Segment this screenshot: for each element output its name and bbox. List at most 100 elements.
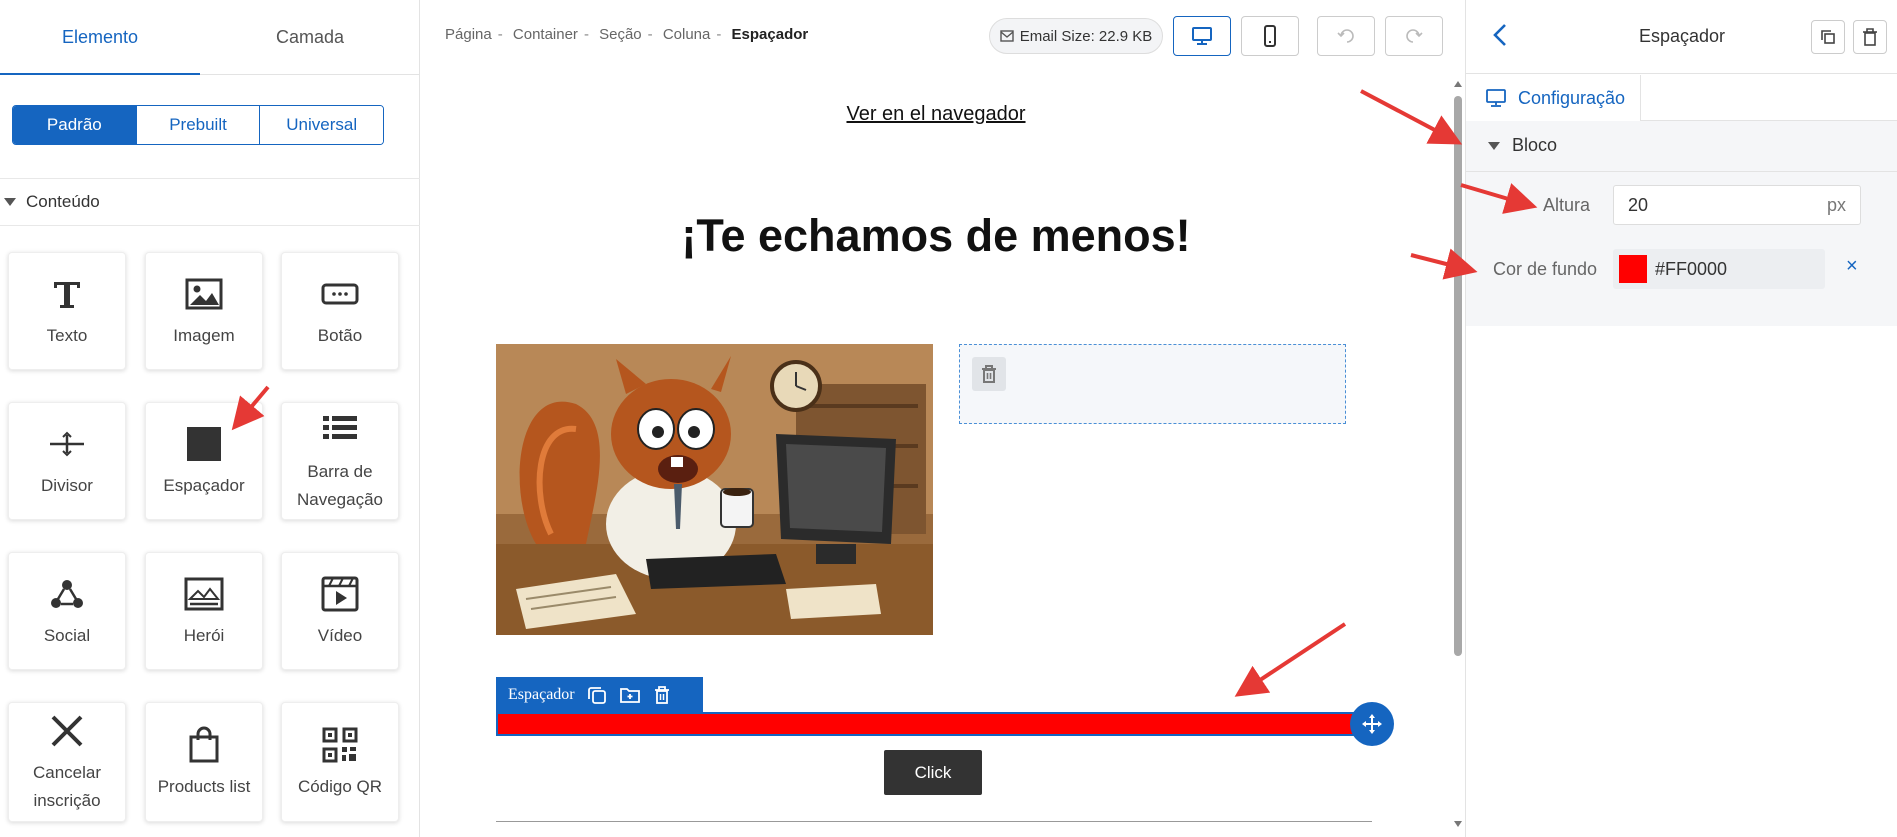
monitor-icon xyxy=(1486,89,1506,107)
collapse-triangle-icon xyxy=(4,198,16,206)
tab-elemento[interactable]: Elemento xyxy=(0,0,200,75)
image-icon xyxy=(185,272,223,316)
tile-social[interactable]: Social xyxy=(8,552,126,670)
shopping-bag-icon xyxy=(187,723,221,767)
tile-label: Texto xyxy=(46,326,88,345)
tab-camada[interactable]: Camada xyxy=(200,0,420,75)
tile-texto[interactable]: Texto xyxy=(8,252,126,370)
bg-color-value: #FF0000 xyxy=(1655,258,1728,279)
squirrel-illustration[interactable] xyxy=(496,344,933,635)
breadcrumb-item[interactable]: Container xyxy=(513,26,578,43)
undo-button[interactable] xyxy=(1317,16,1375,56)
tile-label: Código QR xyxy=(297,777,383,796)
duplicate-block-button[interactable] xyxy=(1811,20,1845,54)
panel-tabs: Elemento Camada xyxy=(0,0,420,75)
tile-products-list[interactable]: Products list xyxy=(145,702,263,822)
editor-canvas: Página - Container - Seção - Coluna - Espaça… xyxy=(421,0,1465,837)
section-title: Conteúdo xyxy=(26,192,100,211)
bloco-section-header[interactable]: Bloco xyxy=(1488,135,1557,156)
spacer-block-toolbar: Espaçador xyxy=(496,677,703,713)
bg-color-picker[interactable]: #FF0000 xyxy=(1613,249,1825,289)
breadcrumb: Página - Container - Seção - Coluna - Espaça… xyxy=(445,26,809,43)
element-source-switch: Padrão Prebuilt Universal xyxy=(12,105,384,145)
clear-color-button[interactable]: × xyxy=(1846,255,1858,278)
move-arrows-icon xyxy=(1360,712,1384,736)
breadcrumb-item[interactable]: Seção xyxy=(599,26,642,43)
redo-icon xyxy=(1405,28,1423,44)
mobile-icon xyxy=(1263,25,1277,47)
redo-button[interactable] xyxy=(1385,16,1443,56)
bg-color-label: Cor de fundo xyxy=(1493,259,1598,279)
text-icon xyxy=(50,272,84,316)
video-icon xyxy=(321,572,359,616)
tile-label: Espaçador xyxy=(163,476,245,495)
tile-video[interactable]: Vídeo xyxy=(281,552,399,670)
tile-barra-navegacao[interactable]: Barra de Navegação xyxy=(281,402,399,520)
tile-label: Vídeo xyxy=(317,626,363,645)
desktop-icon xyxy=(1191,26,1213,46)
tile-label: Social xyxy=(43,626,91,645)
qr-code-icon xyxy=(322,723,358,767)
hero-icon xyxy=(184,572,224,616)
properties-tabs: Configuração xyxy=(1466,75,1897,121)
view-in-browser-link[interactable]: Ver en el navegador xyxy=(421,103,1451,126)
tile-label: Botão xyxy=(317,326,363,345)
block-settings: Bloco Altura 20 px Cor de fundo #FF0000 … xyxy=(1466,121,1897,326)
duplicate-icon[interactable] xyxy=(587,685,607,705)
breadcrumb-item[interactable]: Página xyxy=(445,26,492,43)
email-size-badge: Email Size: 22.9 KB xyxy=(989,18,1163,54)
delete-block-button[interactable] xyxy=(1853,20,1887,54)
tile-label: Cancelar inscrição xyxy=(32,763,102,810)
tile-cancelar-inscricao[interactable]: Cancelar inscrição xyxy=(8,702,126,822)
desktop-view-button[interactable] xyxy=(1173,16,1231,56)
navbar-icon xyxy=(321,408,359,452)
section-divider xyxy=(1466,171,1897,172)
email-headline[interactable]: ¡Te echamos de menos! xyxy=(421,210,1451,262)
breadcrumb-item[interactable]: Coluna xyxy=(663,26,711,43)
canvas-scrollbar[interactable] xyxy=(1451,78,1465,830)
social-icon xyxy=(48,572,86,616)
tile-espacador[interactable]: Espaçador xyxy=(145,402,263,520)
delete-column-button[interactable] xyxy=(972,357,1006,391)
tab-configuracao[interactable]: Configuração xyxy=(1466,75,1641,121)
element-panel: Elemento Camada Padrão Prebuilt Universa… xyxy=(0,0,420,837)
segment-prebuilt[interactable]: Prebuilt xyxy=(136,106,261,144)
section-title: Bloco xyxy=(1512,135,1558,155)
divider-icon xyxy=(48,422,86,466)
properties-header: Espaçador xyxy=(1466,0,1897,74)
tile-codigo-qr[interactable]: Código QR xyxy=(281,702,399,822)
properties-panel: Espaçador Configuração Bloco Altura 20 p… xyxy=(1465,0,1897,837)
mobile-view-button[interactable] xyxy=(1241,16,1299,56)
scrollbar-thumb[interactable] xyxy=(1454,96,1462,656)
email-cta-button[interactable]: Click xyxy=(884,750,982,795)
tile-label: Imagem xyxy=(173,326,235,345)
trash-icon xyxy=(980,364,998,384)
content-section-header[interactable]: Conteúdo xyxy=(0,178,420,226)
tile-label: Divisor xyxy=(41,476,93,495)
empty-column-drop-zone[interactable] xyxy=(959,344,1346,424)
collapse-triangle-icon xyxy=(1488,141,1500,150)
tile-label: Barra de Navegação xyxy=(296,462,383,509)
selected-spacer-block[interactable] xyxy=(496,712,1356,736)
tile-divisor[interactable]: Divisor xyxy=(8,402,126,520)
segment-universal[interactable]: Universal xyxy=(260,106,383,144)
content-divider-line xyxy=(496,821,1372,822)
unsubscribe-icon xyxy=(49,709,85,753)
drag-handle[interactable] xyxy=(1350,702,1394,746)
height-input[interactable]: 20 px xyxy=(1613,185,1861,225)
tile-imagem[interactable]: Imagem xyxy=(145,252,263,370)
mail-icon xyxy=(1000,30,1014,42)
segment-padrao[interactable]: Padrão xyxy=(13,106,137,144)
tile-label: Herói xyxy=(183,626,225,645)
color-swatch[interactable] xyxy=(1619,255,1647,283)
height-label: Altura xyxy=(1543,195,1591,215)
tile-botao[interactable]: Botão xyxy=(281,252,399,370)
save-to-folder-icon[interactable] xyxy=(619,685,641,705)
undo-icon xyxy=(1337,28,1355,44)
email-size-text: Email Size: 22.9 KB xyxy=(1019,27,1153,45)
trash-icon xyxy=(1862,28,1878,46)
breadcrumb-current: Espaçador xyxy=(731,26,809,43)
trash-icon[interactable] xyxy=(653,685,671,705)
tile-heroi[interactable]: Herói xyxy=(145,552,263,670)
copy-icon xyxy=(1820,29,1836,45)
